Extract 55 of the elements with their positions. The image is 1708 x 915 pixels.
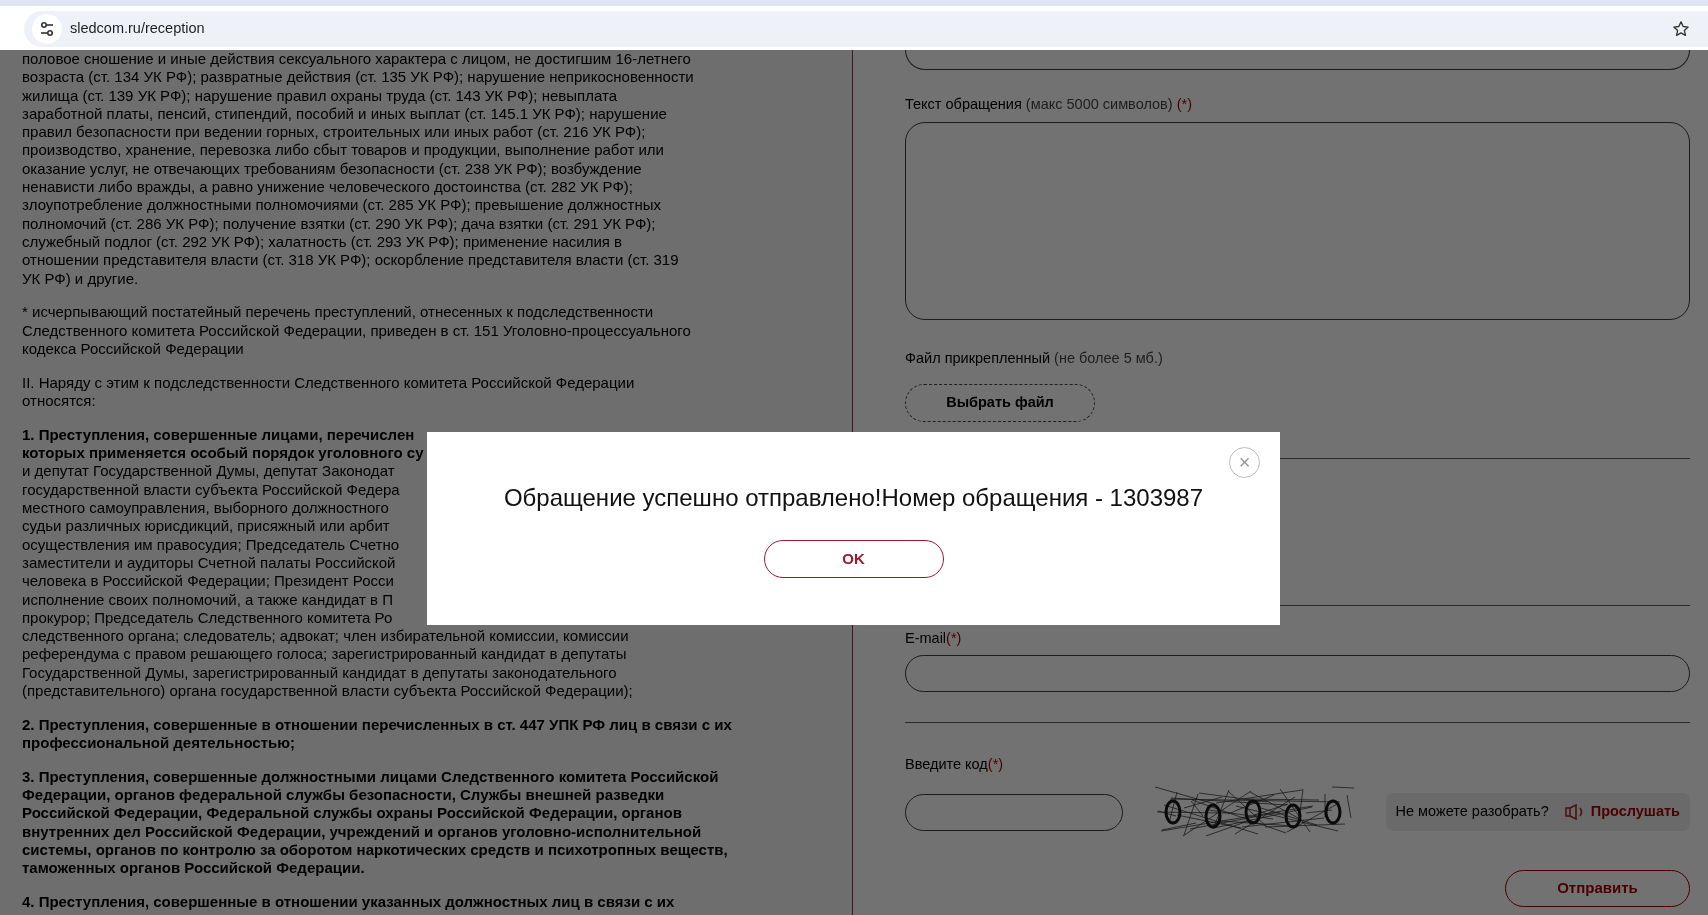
article-text-line: внутренних дел Российской Федерации, учреждений и органов уголовно-исполнительной (22, 822, 702, 842)
article-text-line: референдума с правом решающего голоса; зарегистрированный кандидат в депутаты (22, 645, 627, 664)
article-text-line: прокурор; Председатель Следственного комитета Ро (22, 608, 393, 628)
article-text-line: Российской Федерации, Федеральной службы охраны Российской Федерации, органов (22, 804, 682, 823)
article-text-line: человека в Российской Федерации; Президент Росси (22, 572, 394, 591)
article-text-line: 3. Преступления, совершенные должностными лицами Следственного комитета Российской (22, 767, 719, 787)
site-settings-icon[interactable] (32, 14, 62, 44)
article-text-line: производство, хранение, перевозка либо сбыт товаров и продукции, выполнение работ или (22, 141, 664, 160)
article-text-line: системы, органов по контролю за оборотом наркотических средств и психотропных веществ, (22, 841, 728, 860)
field-label: Введите код(*) (905, 755, 1005, 775)
ok-button[interactable]: OK (763, 540, 944, 578)
article-text-line: злоупотребление должностными полномочиями (ст. 285 УК РФ); превышение должностных (22, 196, 661, 215)
article-text-line: оказание услуг, не отвечающих требованиям безопасности (ст. 238 УК РФ); возбуждение (22, 159, 642, 179)
field-label: Текст обращения (макс 5000 символов) (*) (905, 95, 1193, 114)
article-text-line: относятся: (22, 392, 96, 411)
article-text-line: жилища (ст. 139 УК РФ); нарушение правил охраны труда (ст. 143 УК РФ); невыплата (22, 86, 617, 105)
article-text-line: заместители и аудиторы Счетной палаты Российской (22, 553, 396, 573)
field-label: E-mail(*) (905, 628, 963, 648)
article-text-line: полномочий (ст. 286 УК РФ); получение взятки (ст. 290 УК РФ); дача взятки (ст. 291 УК РФ); (22, 214, 656, 233)
article-text-line: возраста (ст. 134 УК РФ); развратные действия (ст. 135 УК РФ); нарушение неприкосновенности (22, 68, 694, 87)
article-text-line: таможенных органов Российской Федерации. (22, 859, 365, 878)
article-text-line: государственной власти субъекта Российской Федера (22, 480, 400, 500)
article-text-line: Федерации, органов федеральной службы безопасности, Службы внешней разведки (22, 786, 665, 805)
article-text-line: Государственной Думы, зарегистрированный кандидат в депутаты законодательного (22, 663, 617, 682)
article-text-line: местного самоуправления, выборного должностного (22, 499, 389, 518)
article-text-line: II. Наряду с этим к подследственности Следственного комитета Российской Федерации (22, 373, 635, 393)
article-text-line: отношении представителя власти (ст. 318 УК РФ); оскорбление представителя власти (ст. 319 (22, 251, 679, 270)
article-text-line: 1. Преступления, совершенные лицами, перечислен (22, 425, 415, 445)
article-text-line: и депутат Государственной Думы, депутат Законодат (22, 462, 395, 481)
article-text-line: исполнение своих полномочий, а также кандидат в П (22, 590, 394, 609)
article-text-line: ненависти либо вражды, а равно унижение человеческого достоинства (ст. 282 УК РФ); (22, 178, 633, 197)
article-text-line: профессиональной деятельностью; (22, 734, 296, 753)
article-text-line: осуществления им правосудия; Председатель Счетно (22, 535, 400, 554)
article-text-line: половое сношение и иные действия сексуального характера с лицом, не достигшим 16-летнего (22, 50, 691, 69)
help-text: Не можете разобрать? (1395, 802, 1549, 822)
article-text-line: 2. Преступления, совершенные в отношении перечисленных в ст. 447 УПК РФ лиц в связи с их (22, 715, 732, 735)
article-text-line: УК РФ) и другие. (22, 269, 139, 288)
article-text-line: следственного органа; следователь; адвокат; член избирательной комиссии, комиссии (22, 627, 629, 646)
dialog-message: Обращение успешно отправлено!Номер обращения - 1303987 (502, 483, 1205, 513)
article-text-line: кодекса Российской Федерации (22, 339, 244, 359)
close-button[interactable]: × (1229, 447, 1260, 478)
article-text-line: заработной платы, пенсий, стипендий, пособий и иных выплат (ст. 145.1 УК РФ); нарушение (22, 104, 667, 124)
bookmark-star-icon[interactable] (1672, 20, 1690, 38)
url-text: sledcom.ru/reception (70, 19, 205, 39)
article-text-line: * исчерпывающий постатейный перечень преступлений, отнесенных к подследственности (22, 303, 654, 322)
article-text-line: правил безопасности при ведении горных, строительных или иных работ (ст. 216 УК РФ); (22, 123, 646, 142)
listen-button[interactable]: Прослушать (1564, 801, 1680, 823)
article-text-line: Следственного комитета Российской Федерации, приведен в ст. 151 Уголовно-процессуального (22, 321, 691, 340)
article-text-line: судьи различных юрисдикций, присяжный или арбит (22, 517, 390, 536)
address-bar[interactable]: sledcom.ru/reception (24, 11, 1708, 47)
field-label: Файл прикрепленный (не более 5 мб.) (905, 348, 1164, 368)
article-text-line: служебный подлог (ст. 292 УК РФ); халатность (ст. 293 УК РФ); применение насилия в (22, 232, 623, 252)
article-text-line: которых применяется особый порядок уголовного су (22, 444, 424, 463)
article-text-line: (представительного) органа государственной власти субъекта Российской Федерации); (22, 682, 633, 701)
article-text-line: 4. Преступления, совершенные в отношении указанных должностных лиц в связи с их (22, 893, 675, 912)
